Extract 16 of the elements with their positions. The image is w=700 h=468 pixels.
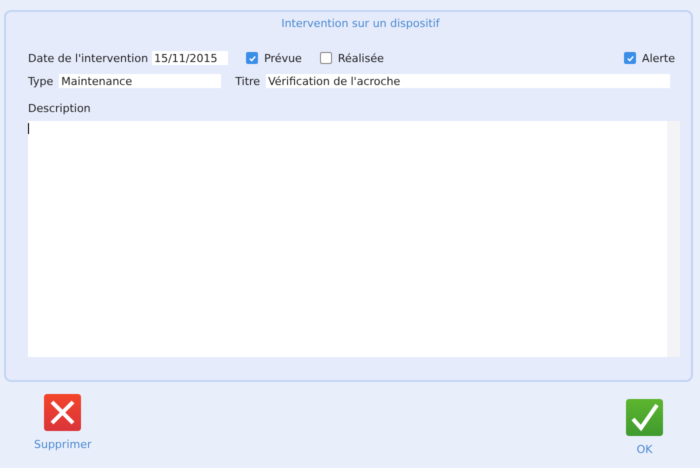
date-label: Date de l'intervention <box>28 52 148 64</box>
description-field[interactable] <box>28 121 680 357</box>
title-field[interactable]: Vérification de l'acroche <box>266 74 670 88</box>
date-field[interactable]: 15/11/2015 <box>152 51 228 65</box>
checkmark-icon <box>626 399 663 436</box>
type-field[interactable]: Maintenance <box>59 74 222 88</box>
type-label: Type <box>28 74 54 88</box>
checkmark-icon <box>248 54 257 62</box>
checkmark-icon <box>626 54 635 62</box>
checkbox[interactable]: Alerte <box>624 52 675 64</box>
checkbox[interactable]: Prévue <box>246 52 302 64</box>
title-label: Titre <box>235 74 260 88</box>
checkbox[interactable]: Réalisée <box>320 52 384 64</box>
description-label: Description <box>28 102 92 115</box>
cross-icon <box>44 394 82 431</box>
panel-title: Intervention sur un dispositif <box>280 17 441 30</box>
